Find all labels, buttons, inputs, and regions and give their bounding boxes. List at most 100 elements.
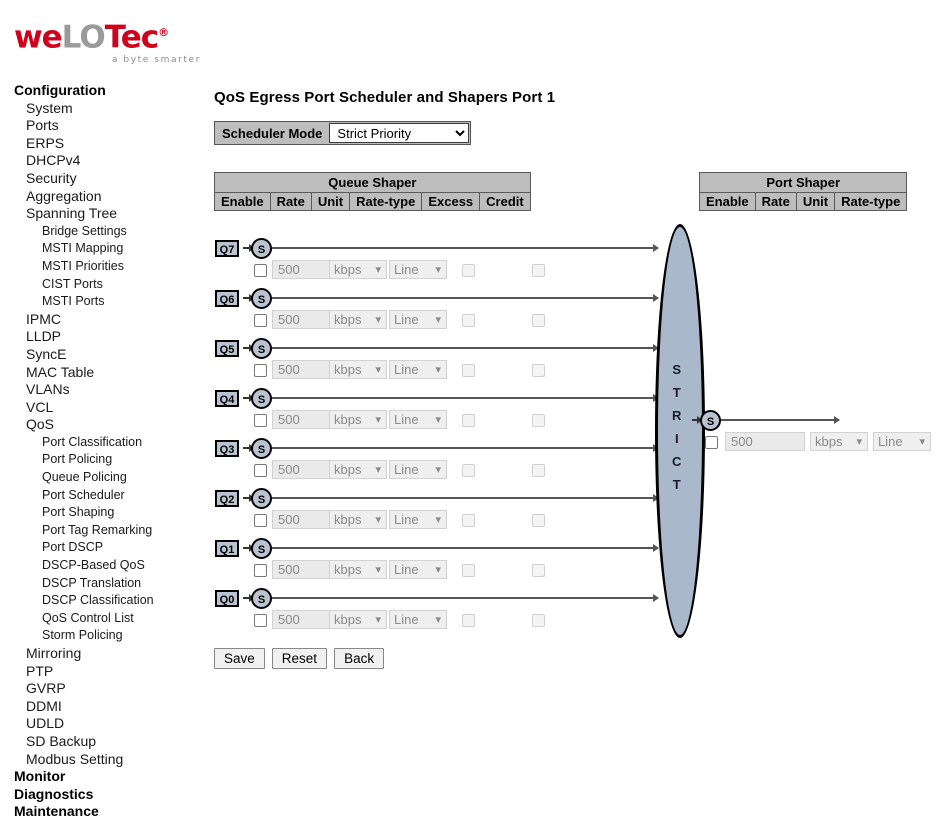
queue-excess-checkbox[interactable]	[462, 264, 475, 277]
sidebar-item-port-classification[interactable]: Port Classification	[0, 434, 205, 452]
chevron-down-icon: ▾	[375, 564, 381, 576]
queue-credit-checkbox[interactable]	[532, 314, 545, 327]
queue-ratetype-select[interactable]: Line ▾	[389, 410, 447, 429]
sidebar-item-synce[interactable]: SyncE	[0, 346, 205, 364]
sidebar-item-ddmi[interactable]: DDMI	[0, 698, 205, 716]
sidebar-item-ptp[interactable]: PTP	[0, 663, 205, 681]
sidebar-item-monitor[interactable]: Monitor	[0, 768, 205, 786]
queue-credit-checkbox[interactable]	[532, 264, 545, 277]
queue-enable-checkbox[interactable]	[254, 314, 267, 327]
queue-label-q4: Q4	[215, 390, 239, 407]
sidebar-item-dhcpv4[interactable]: DHCPv4	[0, 152, 205, 170]
queue-ratetype-select[interactable]: Line ▾	[389, 610, 447, 629]
queue-excess-checkbox[interactable]	[462, 564, 475, 577]
sidebar-item-spanning-tree[interactable]: Spanning Tree	[0, 205, 205, 223]
sidebar-item-msti-mapping[interactable]: MSTI Mapping	[0, 240, 205, 258]
queue-credit-checkbox[interactable]	[532, 364, 545, 377]
sidebar-item-msti-ports[interactable]: MSTI Ports	[0, 293, 205, 311]
sidebar-item-vlans[interactable]: VLANs	[0, 381, 205, 399]
sidebar-item-maintenance[interactable]: Maintenance	[0, 803, 205, 821]
queue-excess-checkbox[interactable]	[462, 614, 475, 627]
queue-enable-checkbox[interactable]	[254, 414, 267, 427]
queue-excess-checkbox[interactable]	[462, 514, 475, 527]
queue-ratetype-select[interactable]: Line ▾	[389, 510, 447, 529]
queue-ratetype-select[interactable]: Line ▾	[389, 460, 447, 479]
port-shaper-col-unit: Unit	[795, 192, 836, 211]
queue-unit-select[interactable]: kbps ▾	[329, 610, 387, 629]
logo-text-we: we	[14, 19, 63, 56]
sidebar-item-configuration[interactable]: Configuration	[0, 82, 205, 100]
sidebar-item-port-policing[interactable]: Port Policing	[0, 451, 205, 469]
queue-enable-checkbox[interactable]	[254, 564, 267, 577]
queue-credit-checkbox[interactable]	[532, 614, 545, 627]
chevron-down-icon: ▾	[435, 264, 441, 276]
sidebar-item-system[interactable]: System	[0, 100, 205, 118]
queue-label-q3: Q3	[215, 440, 239, 457]
sidebar-item-sd-backup[interactable]: SD Backup	[0, 733, 205, 751]
sidebar-item-bridge-settings[interactable]: Bridge Settings	[0, 223, 205, 241]
sidebar-item-qos-control-list[interactable]: QoS Control List	[0, 610, 205, 628]
sidebar-item-mac-table[interactable]: MAC Table	[0, 364, 205, 382]
queue-unit-select[interactable]: kbps ▾	[329, 410, 387, 429]
sidebar-item-modbus-setting[interactable]: Modbus Setting	[0, 751, 205, 769]
scheduler-mode-select[interactable]: Strict PriorityWeighted	[329, 123, 470, 143]
save-button[interactable]: Save	[214, 648, 265, 669]
sidebar-item-security[interactable]: Security	[0, 170, 205, 188]
sidebar-item-cist-ports[interactable]: CIST Ports	[0, 276, 205, 294]
sidebar-item-storm-policing[interactable]: Storm Policing	[0, 627, 205, 645]
queue-credit-checkbox[interactable]	[532, 514, 545, 527]
back-button[interactable]: Back	[334, 648, 385, 669]
sidebar-item-erps[interactable]: ERPS	[0, 135, 205, 153]
sidebar-item-port-dscp[interactable]: Port DSCP	[0, 539, 205, 557]
sidebar-item-ipmc[interactable]: IPMC	[0, 311, 205, 329]
queue-enable-checkbox[interactable]	[254, 364, 267, 377]
queue-enable-checkbox[interactable]	[254, 464, 267, 477]
queue-unit-select[interactable]: kbps ▾	[329, 560, 387, 579]
queue-ratetype-select[interactable]: Line ▾	[389, 560, 447, 579]
sidebar-item-port-tag-remarking[interactable]: Port Tag Remarking	[0, 522, 205, 540]
chevron-down-icon: ▾	[375, 614, 381, 626]
strict-letter: R	[672, 408, 682, 423]
queue-excess-checkbox[interactable]	[462, 314, 475, 327]
sidebar-item-diagnostics[interactable]: Diagnostics	[0, 786, 205, 804]
queue-unit-select[interactable]: kbps ▾	[329, 360, 387, 379]
queue-excess-checkbox[interactable]	[462, 464, 475, 477]
queue-enable-checkbox[interactable]	[254, 514, 267, 527]
sidebar-item-dscp-translation[interactable]: DSCP Translation	[0, 575, 205, 593]
queue-unit-select[interactable]: kbps ▾	[329, 510, 387, 529]
queue-ratetype-select[interactable]: Line ▾	[389, 260, 447, 279]
sidebar-item-msti-priorities[interactable]: MSTI Priorities	[0, 258, 205, 276]
queue-unit-value: kbps	[334, 312, 362, 327]
sidebar-item-udld[interactable]: UDLD	[0, 715, 205, 733]
port-shaper-unit-select[interactable]: kbps ▾	[810, 432, 868, 451]
queue-enable-checkbox[interactable]	[254, 614, 267, 627]
queue-ratetype-select[interactable]: Line ▾	[389, 310, 447, 329]
sidebar-item-lldp[interactable]: LLDP	[0, 328, 205, 346]
port-shaper-ratetype-select[interactable]: Line ▾	[873, 432, 931, 451]
queue-credit-checkbox[interactable]	[532, 564, 545, 577]
sidebar-item-aggregation[interactable]: Aggregation	[0, 188, 205, 206]
port-shaper-enable-checkbox[interactable]	[705, 436, 718, 449]
reset-button[interactable]: Reset	[271, 648, 328, 669]
queue-unit-select[interactable]: kbps ▾	[329, 460, 387, 479]
queue-excess-checkbox[interactable]	[462, 364, 475, 377]
sidebar-item-gvrp[interactable]: GVRP	[0, 680, 205, 698]
queue-excess-checkbox[interactable]	[462, 414, 475, 427]
sidebar-item-queue-policing[interactable]: Queue Policing	[0, 469, 205, 487]
sidebar-item-dscp-based-qos[interactable]: DSCP-Based QoS	[0, 557, 205, 575]
sidebar-item-dscp-classification[interactable]: DSCP Classification	[0, 592, 205, 610]
sidebar-item-port-scheduler[interactable]: Port Scheduler	[0, 487, 205, 505]
sidebar-item-vcl[interactable]: VCL	[0, 399, 205, 417]
queue-enable-checkbox[interactable]	[254, 264, 267, 277]
sidebar-item-port-shaping[interactable]: Port Shaping	[0, 504, 205, 522]
queue-unit-select[interactable]: kbps ▾	[329, 310, 387, 329]
queue-credit-checkbox[interactable]	[532, 464, 545, 477]
sidebar-item-qos[interactable]: QoS	[0, 416, 205, 434]
sidebar-item-ports[interactable]: Ports	[0, 117, 205, 135]
queue-unit-select[interactable]: kbps ▾	[329, 260, 387, 279]
welotec-logo: weLOTec® a byte smarter	[14, 16, 204, 72]
queue-credit-checkbox[interactable]	[532, 414, 545, 427]
queue-ratetype-select[interactable]: Line ▾	[389, 360, 447, 379]
port-shaper-rate-input[interactable]	[725, 432, 805, 451]
sidebar-item-mirroring[interactable]: Mirroring	[0, 645, 205, 663]
